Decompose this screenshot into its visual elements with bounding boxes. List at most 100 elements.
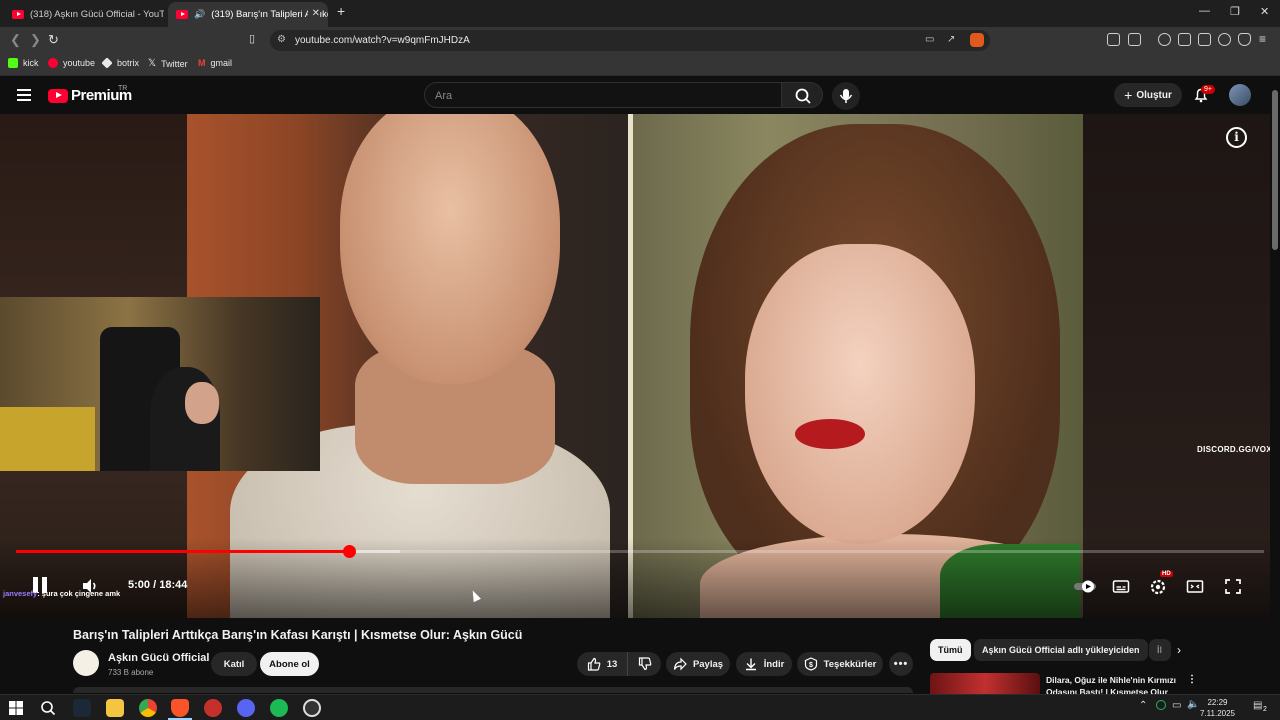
browser-tab[interactable]: (318) Aşkın Gücü Official - YouTube	[4, 2, 164, 27]
restore-icon[interactable]: ❐	[1230, 5, 1240, 18]
app-icon[interactable]	[204, 699, 222, 717]
leo-ai-icon[interactable]	[1218, 33, 1231, 46]
recommended-title[interactable]: Dilara, Oğuz ile Nihle'nin Kırmızı Odası…	[1046, 674, 1181, 696]
join-button[interactable]: Katıl	[211, 652, 257, 676]
voice-search-button[interactable]	[832, 82, 860, 110]
speaker-icon: 🔊	[194, 9, 206, 19]
search-input[interactable]: Ara	[424, 82, 782, 108]
vpn-icon[interactable]	[1238, 33, 1251, 46]
bookmark-gmail[interactable]: M gmail	[198, 58, 232, 68]
bookmark-twitter[interactable]: 𝕏 Twitter	[148, 58, 188, 69]
brave-icon[interactable]	[171, 699, 189, 717]
subscribe-button[interactable]: Abone ol	[260, 652, 319, 676]
bookmark-youtube[interactable]: youtube	[48, 58, 95, 68]
system-clock[interactable]: 22:29 7.11.2025	[1200, 697, 1235, 719]
extensions-icon[interactable]	[1107, 33, 1120, 46]
like-button[interactable]: 13	[577, 652, 627, 676]
close-tab-icon[interactable]: ✕	[307, 8, 320, 19]
autoplay-toggle[interactable]	[1074, 577, 1098, 595]
description-box[interactable]	[73, 687, 913, 693]
thanks-button[interactable]: $ Teşekkürler	[797, 652, 883, 676]
more-vertical-icon[interactable]: ⋮	[1187, 674, 1197, 685]
music-icon[interactable]	[1158, 33, 1171, 46]
progress-bar[interactable]	[16, 545, 1264, 558]
chrome-icon[interactable]	[139, 699, 157, 717]
reload-icon[interactable]: ↻	[48, 32, 59, 48]
clock-time: 22:29	[1207, 698, 1228, 707]
back-icon[interactable]: ❮	[10, 32, 21, 48]
chip-all[interactable]: Tümü	[930, 639, 971, 661]
spotify-icon[interactable]	[270, 699, 288, 717]
site-settings-icon[interactable]: ⚙	[277, 34, 286, 45]
chevron-up-icon[interactable]: ⌃	[1139, 700, 1147, 711]
obs-icon[interactable]	[303, 699, 321, 717]
recommended-thumbnail[interactable]	[930, 673, 1040, 695]
bookmark-botrix[interactable]: botrix	[101, 57, 139, 69]
search-icon[interactable]	[40, 700, 56, 716]
sidebar-icon[interactable]	[1178, 33, 1191, 46]
new-tab-button[interactable]: +	[337, 3, 345, 19]
channel-name[interactable]: Aşkın Gücü Official	[108, 652, 209, 664]
notification-center-icon[interactable]: ▤	[1253, 700, 1262, 711]
search-icon	[795, 88, 811, 104]
search-button[interactable]	[781, 82, 823, 108]
share-button[interactable]: Paylaş	[666, 652, 730, 676]
youtube-icon	[48, 58, 58, 68]
menu-icon[interactable]: ≡	[1259, 32, 1266, 46]
bookmark-label: gmail	[210, 58, 233, 68]
chip-related[interactable]: İl	[1149, 639, 1171, 661]
download-button[interactable]: İndir	[736, 652, 792, 676]
brave-shield-icon[interactable]	[970, 33, 984, 47]
chevron-right-icon[interactable]: ›	[1177, 643, 1181, 657]
fullscreen-icon[interactable]	[1224, 577, 1242, 595]
kick-icon	[8, 58, 18, 68]
windows-start-icon[interactable]	[9, 701, 23, 715]
bookmarks-bar: kick youtube botrix 𝕏 Twitter M gmail	[0, 54, 1280, 76]
network-icon[interactable]: ▭	[1172, 700, 1181, 711]
browser-tab-bar: (318) Aşkın Gücü Official - YouTube 🔊 (3…	[0, 0, 1280, 27]
bookmark-icon[interactable]: ▯	[249, 32, 255, 45]
chip-label: Aşkın Gücü Official adlı yükleyiciden	[982, 645, 1140, 655]
settings-gear-icon[interactable]	[1149, 577, 1167, 595]
forward-icon[interactable]: ❯	[30, 32, 41, 48]
url-bar[interactable]: ⚙ youtube.com/watch?v=w9qmFmJHDzA ▭ ↗	[270, 30, 990, 51]
theater-mode-icon[interactable]	[1186, 577, 1204, 595]
wallet-icon[interactable]	[1128, 33, 1141, 46]
youtube-header: Premium TR Ara + Oluştur 9+	[0, 76, 1280, 114]
chip-from-uploader[interactable]: Aşkın Gücü Official adlı yükleyiciden	[974, 639, 1148, 661]
more-actions-button[interactable]: •••	[889, 652, 913, 676]
steam-icon[interactable]	[73, 699, 91, 717]
cast-icon[interactable]: ▭	[925, 34, 934, 45]
subtitles-icon[interactable]	[1112, 577, 1130, 595]
video-player[interactable]: i DISCORD.GG/VOXZ 5:00 / 18:44 janvesefy…	[0, 114, 1270, 618]
gmail-icon: M	[198, 58, 206, 68]
thanks-label: Teşekkürler	[823, 658, 877, 670]
speaker-icon[interactable]: 🔈	[1187, 699, 1199, 710]
share-page-icon[interactable]: ↗	[947, 34, 955, 45]
discord-icon[interactable]	[237, 699, 255, 717]
create-button[interactable]: + Oluştur	[1114, 83, 1182, 107]
download-icon	[745, 658, 756, 671]
bookmark-kick[interactable]: kick	[8, 58, 39, 68]
minimize-icon[interactable]: —	[1199, 5, 1210, 17]
channel-avatar[interactable]	[73, 650, 99, 676]
tray-app-icon[interactable]	[1156, 700, 1166, 710]
account-avatar[interactable]	[1229, 84, 1251, 106]
subscribe-label: Abone ol	[269, 658, 310, 670]
share-label: Paylaş	[692, 658, 724, 670]
chat-username: janvesefy	[3, 589, 38, 598]
microphone-icon	[839, 89, 853, 103]
scrollbar-thumb[interactable]	[1272, 90, 1278, 250]
bookmark-label: Twitter	[161, 58, 188, 69]
crypto-wallet-icon[interactable]	[1198, 33, 1211, 46]
youtube-favicon-icon	[176, 10, 188, 19]
webcam-streamer-face	[185, 382, 219, 424]
dislike-button[interactable]	[627, 652, 661, 676]
progress-scrubber[interactable]	[342, 545, 356, 558]
close-window-icon[interactable]: ✕	[1260, 5, 1269, 18]
hamburger-menu-icon[interactable]	[17, 89, 31, 91]
file-explorer-icon[interactable]	[106, 699, 124, 717]
browser-tab-active[interactable]: 🔊 (319) Barış'ın Talipleri Arttıkça ✕	[168, 2, 328, 27]
page-scrollbar[interactable]	[1270, 76, 1280, 696]
info-icon[interactable]: i	[1226, 127, 1247, 148]
